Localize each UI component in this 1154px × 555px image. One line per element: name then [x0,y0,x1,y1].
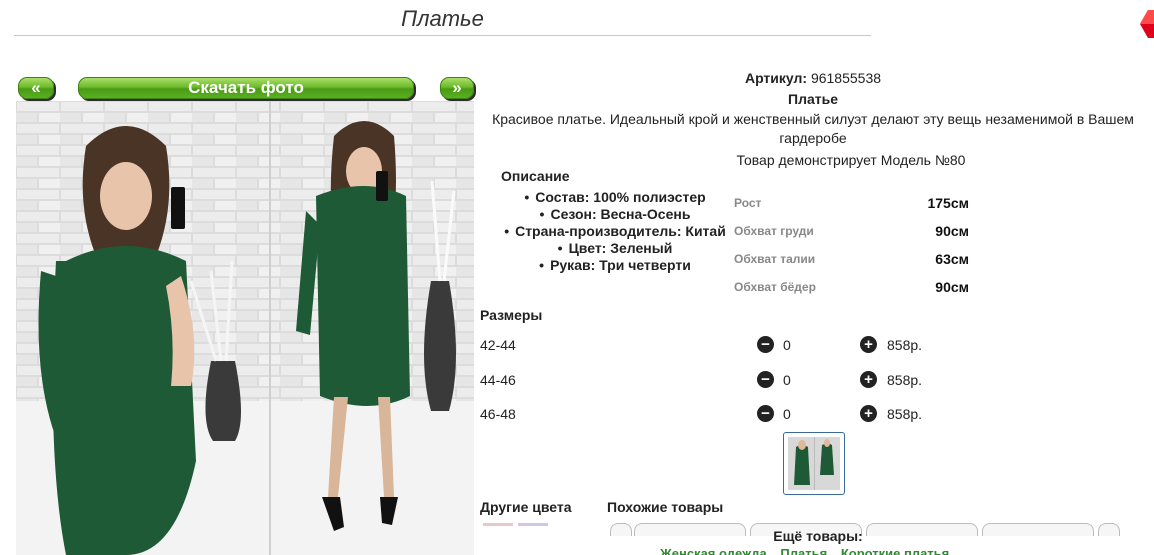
feature-list: Состав: 100% полиэстер Сезон: Весна-Осен… [480,189,750,274]
download-photo-button[interactable]: Скачать фото [78,77,414,99]
title-divider [14,35,871,36]
measurement-value: 90см [935,279,969,295]
quantity-value: 0 [783,406,791,422]
more-products-heading: Ещё товары: [773,528,863,544]
other-colors-heading: Другие цвета [480,499,572,515]
similar-product-card[interactable] [982,523,1094,536]
category-link[interactable]: Короткие платья [841,546,949,555]
minus-icon[interactable]: − [757,336,774,353]
plus-icon[interactable]: + [860,371,877,388]
measurement-value: 90см [935,223,969,239]
price: 858р. [887,337,923,353]
size-label: 42-44 [480,337,516,353]
plus-icon[interactable]: + [860,336,877,353]
page-title: Платье [401,6,484,31]
sku-value: 961855538 [810,70,882,86]
description-heading: Описание [501,168,570,184]
close-icon[interactable] [1138,8,1154,40]
product-photo[interactable] [16,101,474,555]
feature-item: Страна-производитель: Китай [480,223,750,240]
price: 858р. [887,406,923,422]
next-photo-button[interactable]: » [440,77,474,99]
size-row: 44-46 − 0 + 858р. [480,370,980,392]
prev-photo-button[interactable]: « [18,77,54,99]
price: 858р. [887,372,923,388]
sizes-heading: Размеры [480,307,543,323]
model-text: Товар демонстрирует Модель №80 [736,152,966,168]
similar-prev-button[interactable] [610,523,632,536]
measurement-label: Обхват бёдер [734,280,816,294]
feature-item: Состав: 100% полиэстер [480,189,750,206]
measurement-row: Обхват груди 90см [734,223,974,239]
minus-icon[interactable]: − [757,405,774,422]
feature-item: Сезон: Весна-Осень [480,206,750,223]
measurement-row: Обхват бёдер 90см [734,279,974,295]
measurement-row: Обхват талии 63см [734,251,974,267]
size-label: 44-46 [480,372,516,388]
size-label: 46-48 [480,406,516,422]
color-swatch[interactable] [518,523,548,526]
feature-item: Рукав: Три четверти [480,257,750,274]
measurement-value: 175см [927,195,969,211]
size-row: 42-44 − 0 + 858р. [480,335,980,357]
product-name: Платье [788,91,838,107]
photo-thumbnail[interactable] [783,432,845,495]
plus-icon[interactable]: + [860,405,877,422]
feature-item: Цвет: Зеленый [480,240,750,257]
sku-label: Артикул: [744,70,808,86]
category-link[interactable]: Женская одежда [660,546,767,555]
minus-icon[interactable]: − [757,371,774,388]
category-link[interactable]: Платья [780,546,827,555]
category-links: Женская одежда Платья Короткие платья [660,546,1020,555]
measurement-label: Рост [734,196,762,210]
similar-products-heading: Похожие товары [607,499,724,515]
quantity-value: 0 [783,337,791,353]
quantity-value: 0 [783,372,791,388]
measurement-row: Рост 175см [734,195,974,211]
size-row: 46-48 − 0 + 858р. [480,404,980,426]
sku: Артикул: 961855538 [480,70,1146,86]
similar-next-button[interactable] [1098,523,1120,536]
product-description: Красивое платье. Идеальный крой и женств… [492,111,1134,146]
measurement-label: Обхват груди [734,224,814,238]
measurement-label: Обхват талии [734,252,816,266]
measurement-value: 63см [935,251,969,267]
color-swatch[interactable] [483,523,513,526]
